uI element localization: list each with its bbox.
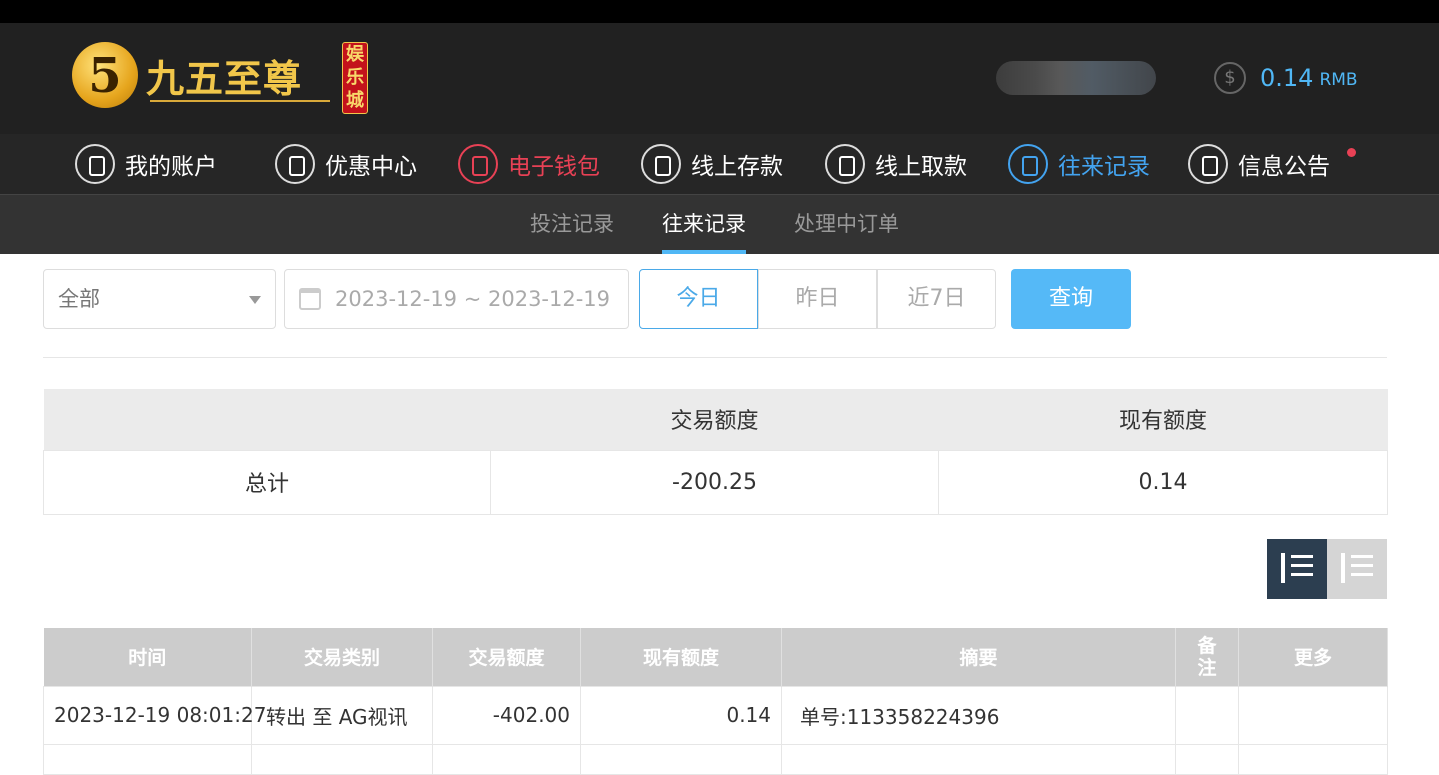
records-icon bbox=[1008, 144, 1048, 184]
date-range-input[interactable]: 2023-12-19 ~ 2023-12-19 bbox=[284, 269, 629, 329]
site-logo[interactable]: 5 九五至尊 娱乐城 bbox=[70, 40, 370, 118]
logo-badge: 娱乐城 bbox=[342, 42, 368, 114]
divider bbox=[43, 357, 1387, 358]
balance-display: $ 0.14 RMB bbox=[1214, 61, 1358, 95]
cell-type: 转出 至 AG视讯 bbox=[251, 685, 433, 745]
nav-announcements[interactable]: 信息公告 bbox=[1188, 144, 1330, 184]
withdraw-icon bbox=[825, 144, 865, 184]
summary-header bbox=[43, 389, 491, 450]
quick-yesterday-button[interactable]: 昨日 bbox=[758, 269, 877, 329]
sort-descending-button[interactable] bbox=[1267, 539, 1327, 599]
cell-amount: -402.00 bbox=[432, 685, 581, 745]
summary-cell: -200.25 bbox=[490, 449, 939, 515]
logo-emblem-icon: 5 bbox=[72, 42, 138, 108]
nav-e-wallet[interactable]: 电子钱包 bbox=[458, 144, 600, 184]
nav-withdraw[interactable]: 线上取款 bbox=[825, 144, 967, 184]
column-header[interactable]: 现有额度 bbox=[580, 628, 782, 686]
column-header[interactable]: 备注 bbox=[1175, 628, 1239, 686]
cell bbox=[432, 743, 581, 775]
cell bbox=[580, 743, 782, 775]
calendar-icon bbox=[299, 288, 321, 310]
cell bbox=[781, 743, 1176, 775]
sub-nav: 投注记录 往来记录 处理中订单 bbox=[0, 195, 1439, 254]
logo-text: 九五至尊 bbox=[146, 56, 303, 101]
nav-label: 优惠中心 bbox=[325, 154, 417, 180]
balance-unit: RMB bbox=[1319, 70, 1358, 90]
cell bbox=[43, 743, 252, 775]
dollar-coin-icon: $ bbox=[1214, 62, 1246, 94]
cell bbox=[251, 743, 433, 775]
wallet-icon bbox=[458, 144, 498, 184]
cell-more[interactable] bbox=[1238, 685, 1388, 745]
table-row: 2023-12-19 08:01:27 转出 至 AG视讯 -402.00 0.… bbox=[43, 685, 1388, 745]
cell-note bbox=[1175, 685, 1239, 745]
bell-icon bbox=[1188, 144, 1228, 184]
nav-label: 信息公告 bbox=[1238, 154, 1330, 180]
nav-label: 电子钱包 bbox=[508, 154, 600, 180]
nav-promotions[interactable]: 优惠中心 bbox=[275, 144, 417, 184]
username-blurred bbox=[996, 61, 1156, 95]
nav-deposit[interactable]: 线上存款 bbox=[641, 144, 783, 184]
notification-dot bbox=[1347, 148, 1356, 157]
site-header: 5 九五至尊 娱乐城 $ 0.14 RMB bbox=[0, 23, 1439, 134]
tab-pending-orders[interactable]: 处理中订单 bbox=[794, 195, 899, 254]
main-nav: 我的账户 优惠中心 电子钱包 线上存款 线上取款 往来记录 信息公告 bbox=[0, 134, 1439, 195]
nav-label: 线上取款 bbox=[875, 154, 967, 180]
quick-7days-button[interactable]: 近7日 bbox=[877, 269, 996, 329]
column-header[interactable]: 摘要 bbox=[781, 628, 1176, 686]
sort-ascending-button[interactable] bbox=[1327, 539, 1387, 599]
cell-summary: 单号:113358224396 bbox=[781, 685, 1176, 745]
date-range-value: 2023-12-19 ~ 2023-12-19 bbox=[335, 287, 611, 311]
nav-label: 我的账户 bbox=[125, 154, 217, 180]
top-strip bbox=[0, 0, 1439, 23]
gift-icon bbox=[275, 144, 315, 184]
summary-header: 交易额度 bbox=[490, 389, 939, 450]
column-header[interactable]: 交易类别 bbox=[251, 628, 433, 686]
logo-ornament bbox=[150, 100, 330, 102]
cell-balance: 0.14 bbox=[580, 685, 782, 745]
summary-table: 交易额度 现有额度 总计 -200.25 0.14 bbox=[43, 389, 1388, 515]
nav-label: 线上存款 bbox=[691, 154, 783, 180]
quick-today-button[interactable]: 今日 bbox=[639, 269, 758, 329]
deposit-icon bbox=[641, 144, 681, 184]
cell-time: 2023-12-19 08:01:27 bbox=[43, 685, 266, 745]
tab-transactions[interactable]: 往来记录 bbox=[662, 195, 746, 254]
column-header[interactable]: 时间 bbox=[43, 628, 252, 686]
table-row bbox=[43, 743, 1388, 775]
tab-bet-records[interactable]: 投注记录 bbox=[530, 195, 614, 254]
summary-cell: 0.14 bbox=[938, 449, 1388, 515]
summary-row: 总计 -200.25 0.14 bbox=[43, 449, 1388, 515]
cell bbox=[1175, 743, 1239, 775]
records-table: 时间 交易类别 交易额度 现有额度 摘要 备注 更多 2023-12-19 08… bbox=[43, 628, 1388, 775]
nav-my-account[interactable]: 我的账户 bbox=[75, 144, 217, 184]
summary-cell: 总计 bbox=[43, 449, 491, 515]
cell bbox=[1238, 743, 1388, 775]
balance-value: 0.14 bbox=[1260, 64, 1314, 92]
summary-header: 现有额度 bbox=[938, 389, 1388, 450]
nav-label: 往来记录 bbox=[1058, 154, 1150, 180]
type-select[interactable]: 全部 bbox=[43, 269, 276, 329]
user-icon bbox=[75, 144, 115, 184]
type-select-value: 全部 bbox=[58, 287, 100, 311]
query-button[interactable]: 查询 bbox=[1011, 269, 1131, 329]
nav-transactions[interactable]: 往来记录 bbox=[1008, 144, 1150, 184]
caret-down-icon bbox=[249, 296, 261, 304]
column-header[interactable]: 交易额度 bbox=[432, 628, 581, 686]
column-header[interactable]: 更多 bbox=[1238, 628, 1388, 686]
